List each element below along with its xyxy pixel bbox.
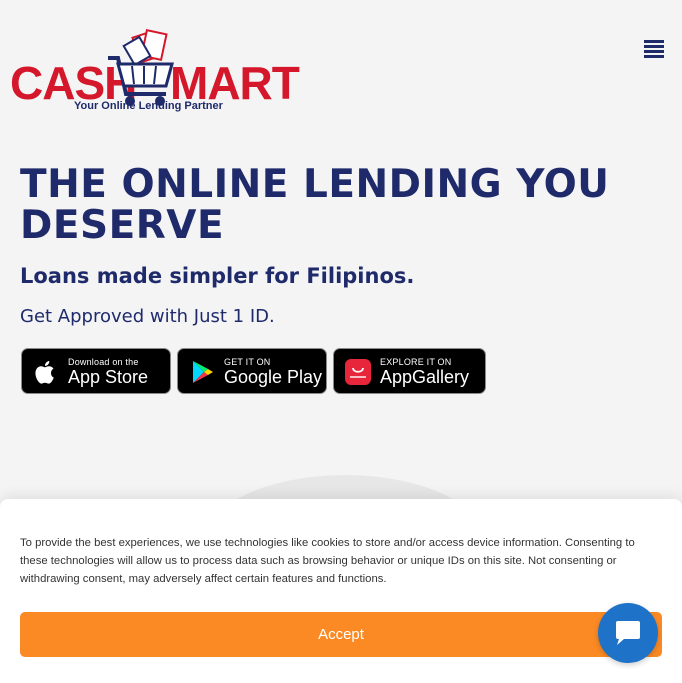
site-header: CASH MART Your Online Lending Partner [0, 0, 682, 130]
shopping-cart-icon [108, 29, 174, 106]
menu-bar [644, 40, 664, 43]
logo-tagline: Your Online Lending Partner [74, 100, 223, 112]
google-play-badge[interactable]: GET IT ON Google Play [177, 348, 327, 394]
hero-title: THE ONLINE LENDING YOU DESERVE [20, 162, 610, 248]
google-play-small-label: GET IT ON [224, 357, 271, 367]
accept-button[interactable]: Accept [20, 612, 662, 657]
menu-bar [644, 45, 664, 48]
chat-bubble-icon [616, 621, 640, 645]
app-store-badge[interactable]: Download on the App Store [21, 348, 171, 394]
google-play-icon [193, 361, 213, 383]
chat-launcher-button[interactable] [598, 603, 658, 663]
hero-subtitle: Loans made simpler for Filipinos. [20, 264, 415, 288]
menu-bar [644, 55, 664, 58]
cookie-consent-banner: To provide the best experiences, we use … [0, 499, 682, 683]
hero-note: Get Approved with Just 1 ID. [20, 306, 275, 327]
appgallery-label: AppGallery [380, 367, 470, 387]
cashmart-logo[interactable]: CASH MART Your Online Lending Partner [10, 28, 300, 116]
huawei-appgallery-icon [345, 359, 371, 385]
apple-icon [35, 361, 54, 384]
app-store-small-label: Download on the [68, 357, 139, 367]
appgallery-small-label: EXPLORE IT ON [380, 357, 452, 367]
consent-message: To provide the best experiences, we use … [20, 537, 635, 585]
appgallery-badge[interactable]: EXPLORE IT ON AppGallery [333, 348, 486, 394]
google-play-label: Google Play [224, 367, 323, 387]
hamburger-menu-icon[interactable] [644, 40, 664, 58]
app-store-label: App Store [68, 367, 149, 387]
menu-bar [644, 50, 664, 53]
